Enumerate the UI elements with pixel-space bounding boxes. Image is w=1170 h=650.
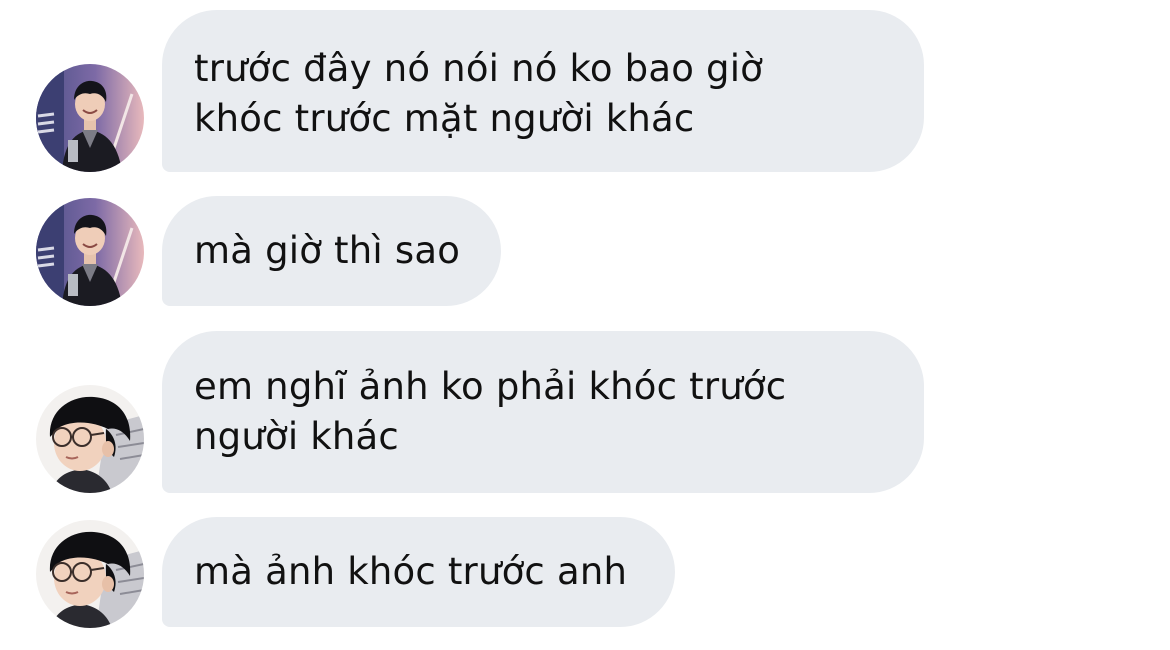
message-bubble[interactable]: trước đây nó nói nó ko bao giờ khóc trướ… (162, 10, 924, 172)
avatar-photo-suit (36, 64, 144, 172)
contact-avatar[interactable] (36, 520, 144, 628)
avatar-photo-suit (36, 198, 144, 306)
message-thread: trước đây nó nói nó ko bao giờ khóc trướ… (0, 0, 1170, 650)
contact-avatar[interactable] (36, 64, 144, 172)
contact-avatar[interactable] (36, 198, 144, 306)
message-bubble[interactable]: em nghĩ ảnh ko phải khóc trước người khá… (162, 331, 924, 493)
avatar-photo-glasses (36, 385, 144, 493)
avatar-photo-glasses (36, 520, 144, 628)
message-bubble[interactable]: mà ảnh khóc trước anh (162, 517, 675, 627)
contact-avatar[interactable] (36, 385, 144, 493)
message-bubble[interactable]: mà giờ thì sao (162, 196, 501, 306)
